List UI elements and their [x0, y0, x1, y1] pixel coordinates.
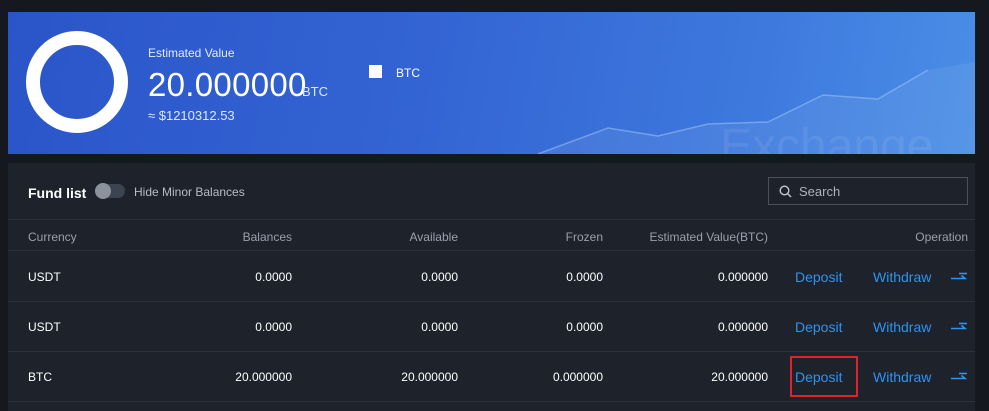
estimated-value-cell: 0.000000 [717, 270, 768, 284]
estimated-value-amount: 20.000000 [148, 66, 307, 103]
header-divider [8, 219, 975, 220]
search-box[interactable] [768, 177, 968, 205]
column-header-operation: Operation [915, 230, 968, 244]
frozen-cell: 0.0000 [566, 270, 603, 284]
withdraw-link[interactable]: Withdraw [873, 369, 931, 385]
wallet-page: Exchange Estimated Value 20.000000 BTC ≈… [0, 0, 989, 411]
withdraw-link[interactable]: Withdraw [873, 269, 931, 285]
estimated-value-unit: BTC [302, 84, 328, 99]
row-divider [8, 301, 975, 302]
currency-cell: BTC [28, 370, 52, 384]
currency-cell: USDT [28, 270, 61, 284]
estimated-value-label: Estimated Value [148, 46, 235, 60]
row-divider [8, 351, 975, 352]
row-divider [8, 401, 975, 402]
balances-cell: 0.0000 [255, 270, 292, 284]
frozen-cell: 0.000000 [552, 370, 603, 384]
banner-watermark: Exchange [720, 120, 934, 154]
column-header-available: Available [409, 230, 458, 244]
fund-list-panel: Fund list Hide Minor Balances Currency B… [8, 163, 975, 411]
search-icon [779, 185, 792, 198]
currency-cell: USDT [28, 320, 61, 334]
search-input[interactable] [799, 182, 959, 200]
available-cell: 20.000000 [401, 370, 458, 384]
column-header-estimated-value: Estimated Value(BTC) [649, 230, 768, 244]
transfer-icon[interactable] [950, 371, 968, 383]
balances-cell: 0.0000 [255, 320, 292, 334]
deposit-link[interactable]: Deposit [795, 269, 842, 285]
row-divider [8, 250, 975, 251]
available-cell: 0.0000 [421, 320, 458, 334]
legend-label: BTC [396, 66, 420, 80]
frozen-cell: 0.0000 [566, 320, 603, 334]
estimated-value-cell: 20.000000 [711, 370, 768, 384]
column-header-currency: Currency [28, 230, 77, 244]
transfer-icon[interactable] [950, 271, 968, 283]
deposit-link[interactable]: Deposit [795, 319, 842, 335]
asset-donut-chart [26, 31, 128, 133]
hide-minor-balances-toggle[interactable] [95, 183, 125, 199]
toggle-knob [95, 183, 111, 199]
column-header-frozen: Frozen [565, 230, 603, 244]
legend-swatch [369, 65, 382, 78]
balances-cell: 20.000000 [235, 370, 292, 384]
deposit-highlight-box [790, 356, 858, 397]
hide-minor-balances-label: Hide Minor Balances [134, 185, 245, 199]
estimated-value-usd: ≈ $1210312.53 [148, 108, 235, 123]
estimated-value-banner: Exchange Estimated Value 20.000000 BTC ≈… [8, 12, 975, 154]
column-header-balances: Balances [242, 230, 292, 244]
available-cell: 0.0000 [421, 270, 458, 284]
withdraw-link[interactable]: Withdraw [873, 319, 931, 335]
fund-list-title: Fund list [28, 185, 87, 201]
estimated-value-cell: 0.000000 [717, 320, 768, 334]
transfer-icon[interactable] [950, 321, 968, 333]
